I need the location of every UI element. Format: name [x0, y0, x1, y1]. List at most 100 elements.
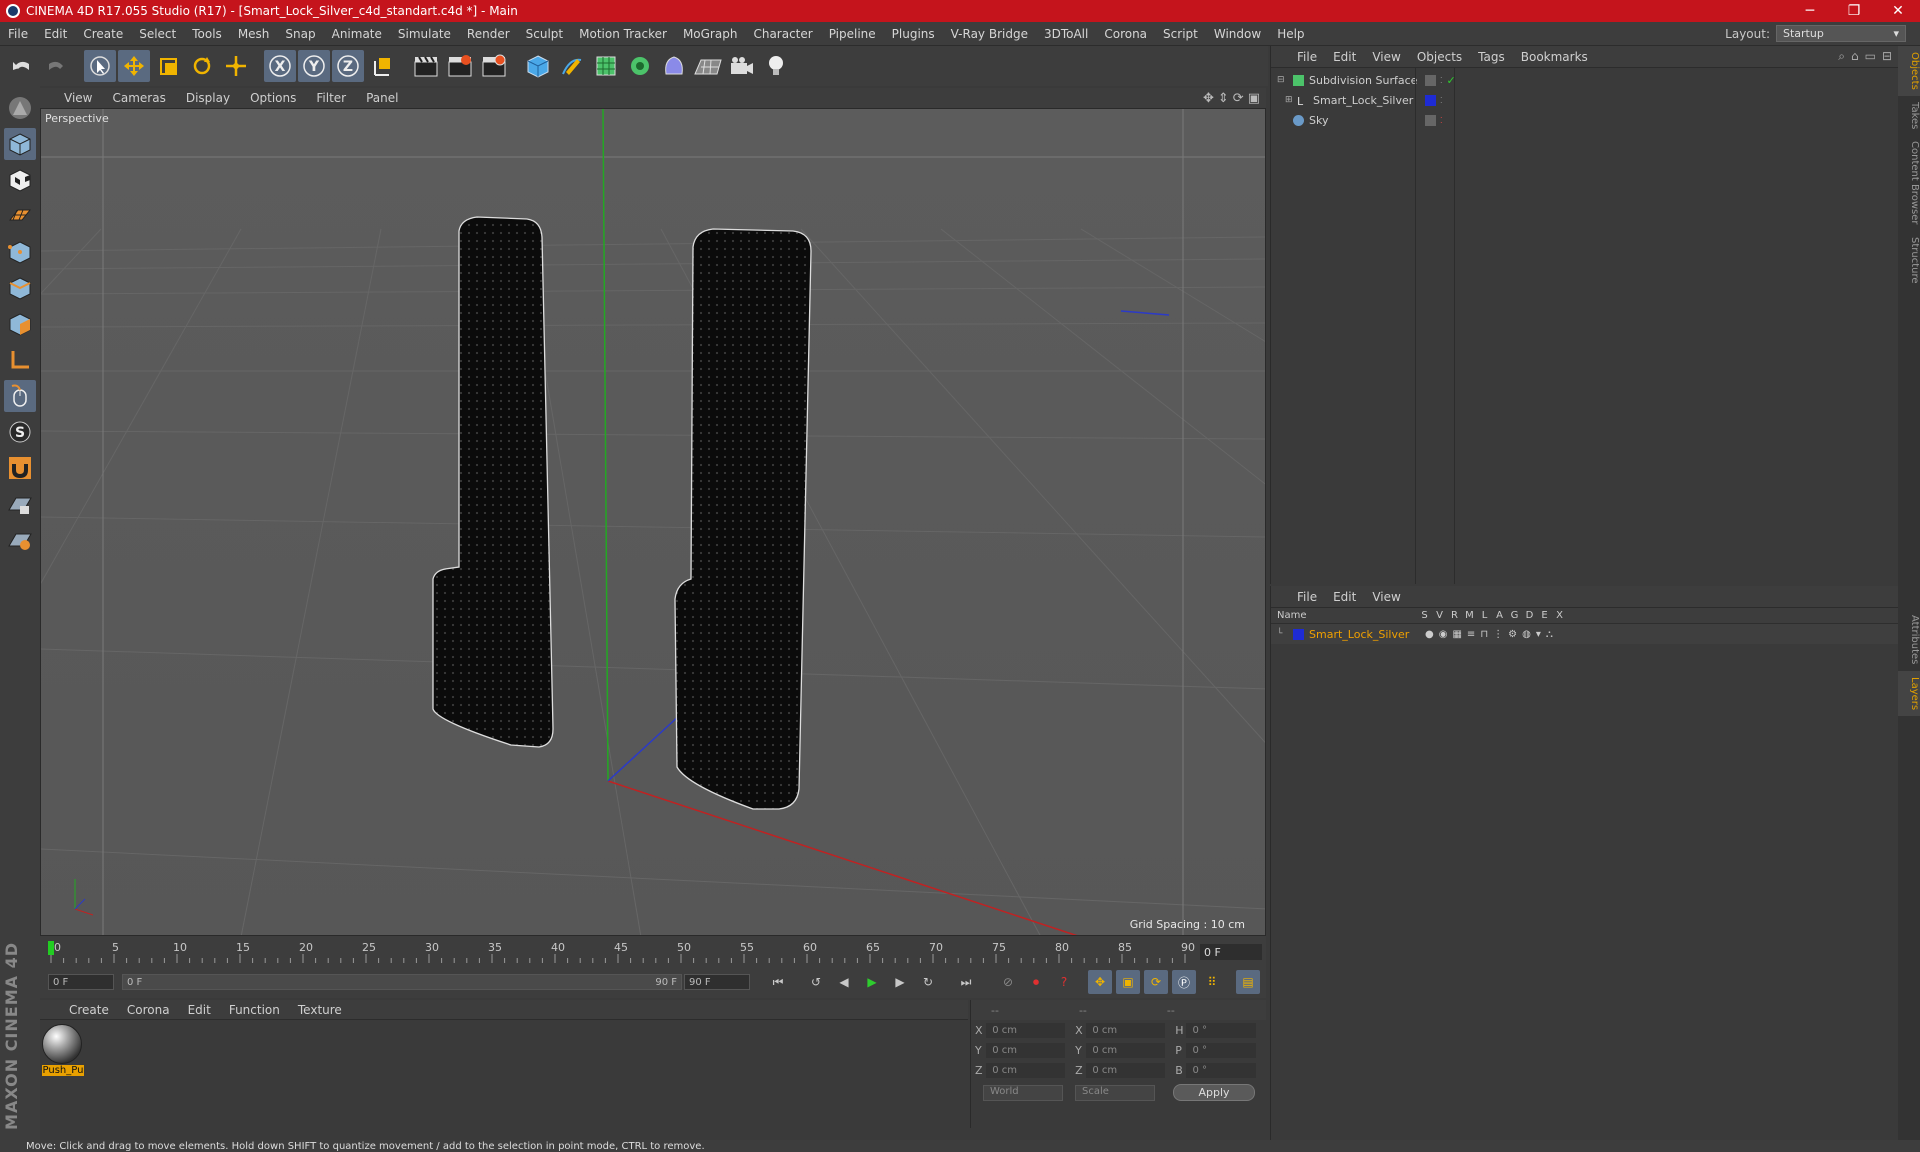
layer-row-smart-lock-silver[interactable]: └ Smart_Lock_Silver ● ◉ ▦ ≡ ⊓ ⋮ ⚙ ◍ ▾ ⛬ — [1271, 624, 1898, 644]
x-axis-lock[interactable]: X — [264, 50, 296, 82]
next-frame-button[interactable]: ▶ — [888, 970, 912, 994]
material-menu-create[interactable]: Create — [60, 1003, 118, 1017]
rotation-p-field[interactable]: 0 ° — [1186, 1042, 1257, 1058]
xref-toggle-icon[interactable]: ⛬ — [1546, 629, 1553, 640]
end-frame-field[interactable]: 90 F — [684, 974, 750, 990]
objects-menu-edit[interactable]: Edit — [1325, 50, 1364, 64]
layout-select[interactable]: Startup ▾ — [1776, 25, 1906, 42]
menu-3dtoall[interactable]: 3DToAll — [1036, 27, 1096, 41]
coordinate-system-button[interactable] — [366, 50, 398, 82]
home-icon[interactable]: ⌂ — [1851, 49, 1859, 64]
menu-tools[interactable]: Tools — [184, 27, 230, 41]
camera-button[interactable] — [726, 50, 758, 82]
menu-script[interactable]: Script — [1155, 27, 1206, 41]
y-axis-lock[interactable]: Y — [298, 50, 330, 82]
tab-objects[interactable]: Objects — [1898, 46, 1920, 96]
tab-structure[interactable]: Structure — [1898, 231, 1920, 290]
menu-edit[interactable]: Edit — [36, 27, 75, 41]
play-button[interactable]: ▶ — [860, 970, 884, 994]
record-keys-button[interactable]: ⊘ — [996, 970, 1020, 994]
start-frame-field[interactable]: 0 F — [48, 974, 114, 990]
size-z-field[interactable]: 0 cm — [1086, 1062, 1166, 1078]
menu-snap[interactable]: Snap — [277, 27, 323, 41]
material-menu-function[interactable]: Function — [220, 1003, 289, 1017]
workplane-lock-button[interactable] — [4, 488, 36, 520]
layers-menu-file[interactable]: File — [1289, 590, 1325, 604]
material-swatch[interactable]: Push_Pu — [42, 1024, 84, 1076]
material-menu-edit[interactable]: Edit — [179, 1003, 220, 1017]
texture-mode-button[interactable] — [4, 164, 36, 196]
go-to-start-button[interactable]: ⏮ — [766, 970, 790, 994]
material-menu-corona[interactable]: Corona — [118, 1003, 179, 1017]
toggle-panel-icon[interactable]: ▣ — [1248, 91, 1260, 106]
menu-motion-tracker[interactable]: Motion Tracker — [571, 27, 675, 41]
size-mode-select[interactable]: Scale — [1075, 1084, 1155, 1101]
coordinate-mode-select[interactable]: World — [983, 1084, 1063, 1101]
menu-sculpt[interactable]: Sculpt — [518, 27, 571, 41]
undo-button[interactable] — [6, 50, 38, 82]
dolly-view-icon[interactable]: ⇕ — [1218, 91, 1229, 106]
move-tool[interactable] — [118, 50, 150, 82]
menu-animate[interactable]: Animate — [324, 27, 390, 41]
render-picture-viewer-button[interactable] — [444, 50, 476, 82]
timeline-ruler[interactable]: 0 5 10 15 20 25 30 35 40 45 50 55 60 65 … — [40, 936, 1266, 966]
viewport-menu-display[interactable]: Display — [176, 91, 240, 105]
menu-pipeline[interactable]: Pipeline — [821, 27, 884, 41]
workplane-align-button[interactable] — [4, 524, 36, 556]
solo-button[interactable]: S — [4, 416, 36, 448]
workplane-mode-button[interactable] — [4, 200, 36, 232]
model-mode-button[interactable] — [4, 128, 36, 160]
floor-button[interactable] — [692, 50, 724, 82]
menu-mesh[interactable]: Mesh — [230, 27, 278, 41]
menu-vray-bridge[interactable]: V-Ray Bridge — [943, 27, 1036, 41]
object-row-sky[interactable]: Sky ⁚ — [1277, 110, 1898, 130]
deformer-button[interactable] — [658, 50, 690, 82]
z-axis-lock[interactable]: Z — [332, 50, 364, 82]
key-scale-button[interactable]: ▣ — [1116, 970, 1140, 994]
position-y-field[interactable]: 0 cm — [986, 1042, 1066, 1058]
tab-takes[interactable]: Takes — [1898, 96, 1920, 135]
autokey-button[interactable]: ⏺ — [1024, 970, 1048, 994]
axis-mode-button[interactable] — [4, 344, 36, 376]
rotation-h-field[interactable]: 0 ° — [1186, 1022, 1257, 1038]
lock-toggle-icon[interactable]: ⊓ — [1480, 629, 1488, 640]
object-row-subdivision-surface[interactable]: ⊟ Subdivision Surface ⁚ ✓ — [1277, 70, 1898, 90]
mograph-cloner-button[interactable] — [624, 50, 656, 82]
view-toggle-icon[interactable]: ◉ — [1439, 629, 1448, 640]
object-row-smart-lock-silver[interactable]: ⊞ L Smart_Lock_Silver ⁚ — [1277, 90, 1898, 110]
collapse-toggle-icon[interactable]: ⊟ — [1277, 75, 1291, 85]
cube-object-button[interactable] — [522, 50, 554, 82]
viewport-menu-options[interactable]: Options — [240, 91, 306, 105]
menu-file[interactable]: File — [0, 27, 36, 41]
transform-tool[interactable] — [220, 50, 252, 82]
edit-render-settings-button[interactable] — [478, 50, 510, 82]
layer-color-swatch[interactable] — [1291, 627, 1305, 641]
next-keyframe-button[interactable]: ↻ — [916, 970, 940, 994]
smart-lock-model-right[interactable] — [674, 228, 812, 810]
rotate-view-icon[interactable]: ⟳ — [1233, 91, 1244, 106]
points-mode-button[interactable] — [4, 236, 36, 268]
menu-window[interactable]: Window — [1206, 27, 1269, 41]
objects-menu-view[interactable]: View — [1364, 50, 1408, 64]
new-view-icon[interactable]: ▭ — [1865, 49, 1876, 64]
deformers-toggle-icon[interactable]: ◍ — [1522, 629, 1531, 640]
manager-toggle-icon[interactable]: ≡ — [1467, 629, 1475, 640]
maximize-button[interactable]: ❐ — [1832, 3, 1876, 19]
objects-menu-bookmarks[interactable]: Bookmarks — [1513, 50, 1596, 64]
render-toggle-icon[interactable]: ▦ — [1452, 629, 1461, 640]
apply-button[interactable]: Apply — [1173, 1084, 1255, 1101]
generators-toggle-icon[interactable]: ⚙ — [1508, 629, 1517, 640]
perspective-viewport[interactable]: Perspective Grid Spacing : 10 cm — [40, 108, 1266, 936]
size-y-field[interactable]: 0 cm — [1086, 1042, 1166, 1058]
menu-mograph[interactable]: MoGraph — [675, 27, 746, 41]
solo-toggle-icon[interactable]: ● — [1425, 629, 1434, 640]
layers-menu-view[interactable]: View — [1364, 590, 1408, 604]
expressions-toggle-icon[interactable]: ▾ — [1536, 629, 1541, 640]
tweak-mode-button[interactable] — [4, 380, 36, 412]
light-button[interactable] — [760, 50, 792, 82]
redo-button[interactable] — [40, 50, 72, 82]
edges-mode-button[interactable] — [4, 272, 36, 304]
menu-create[interactable]: Create — [75, 27, 131, 41]
visibility-dots-icon[interactable]: ⁚ — [1440, 76, 1443, 85]
tab-layers[interactable]: Layers — [1898, 670, 1920, 716]
